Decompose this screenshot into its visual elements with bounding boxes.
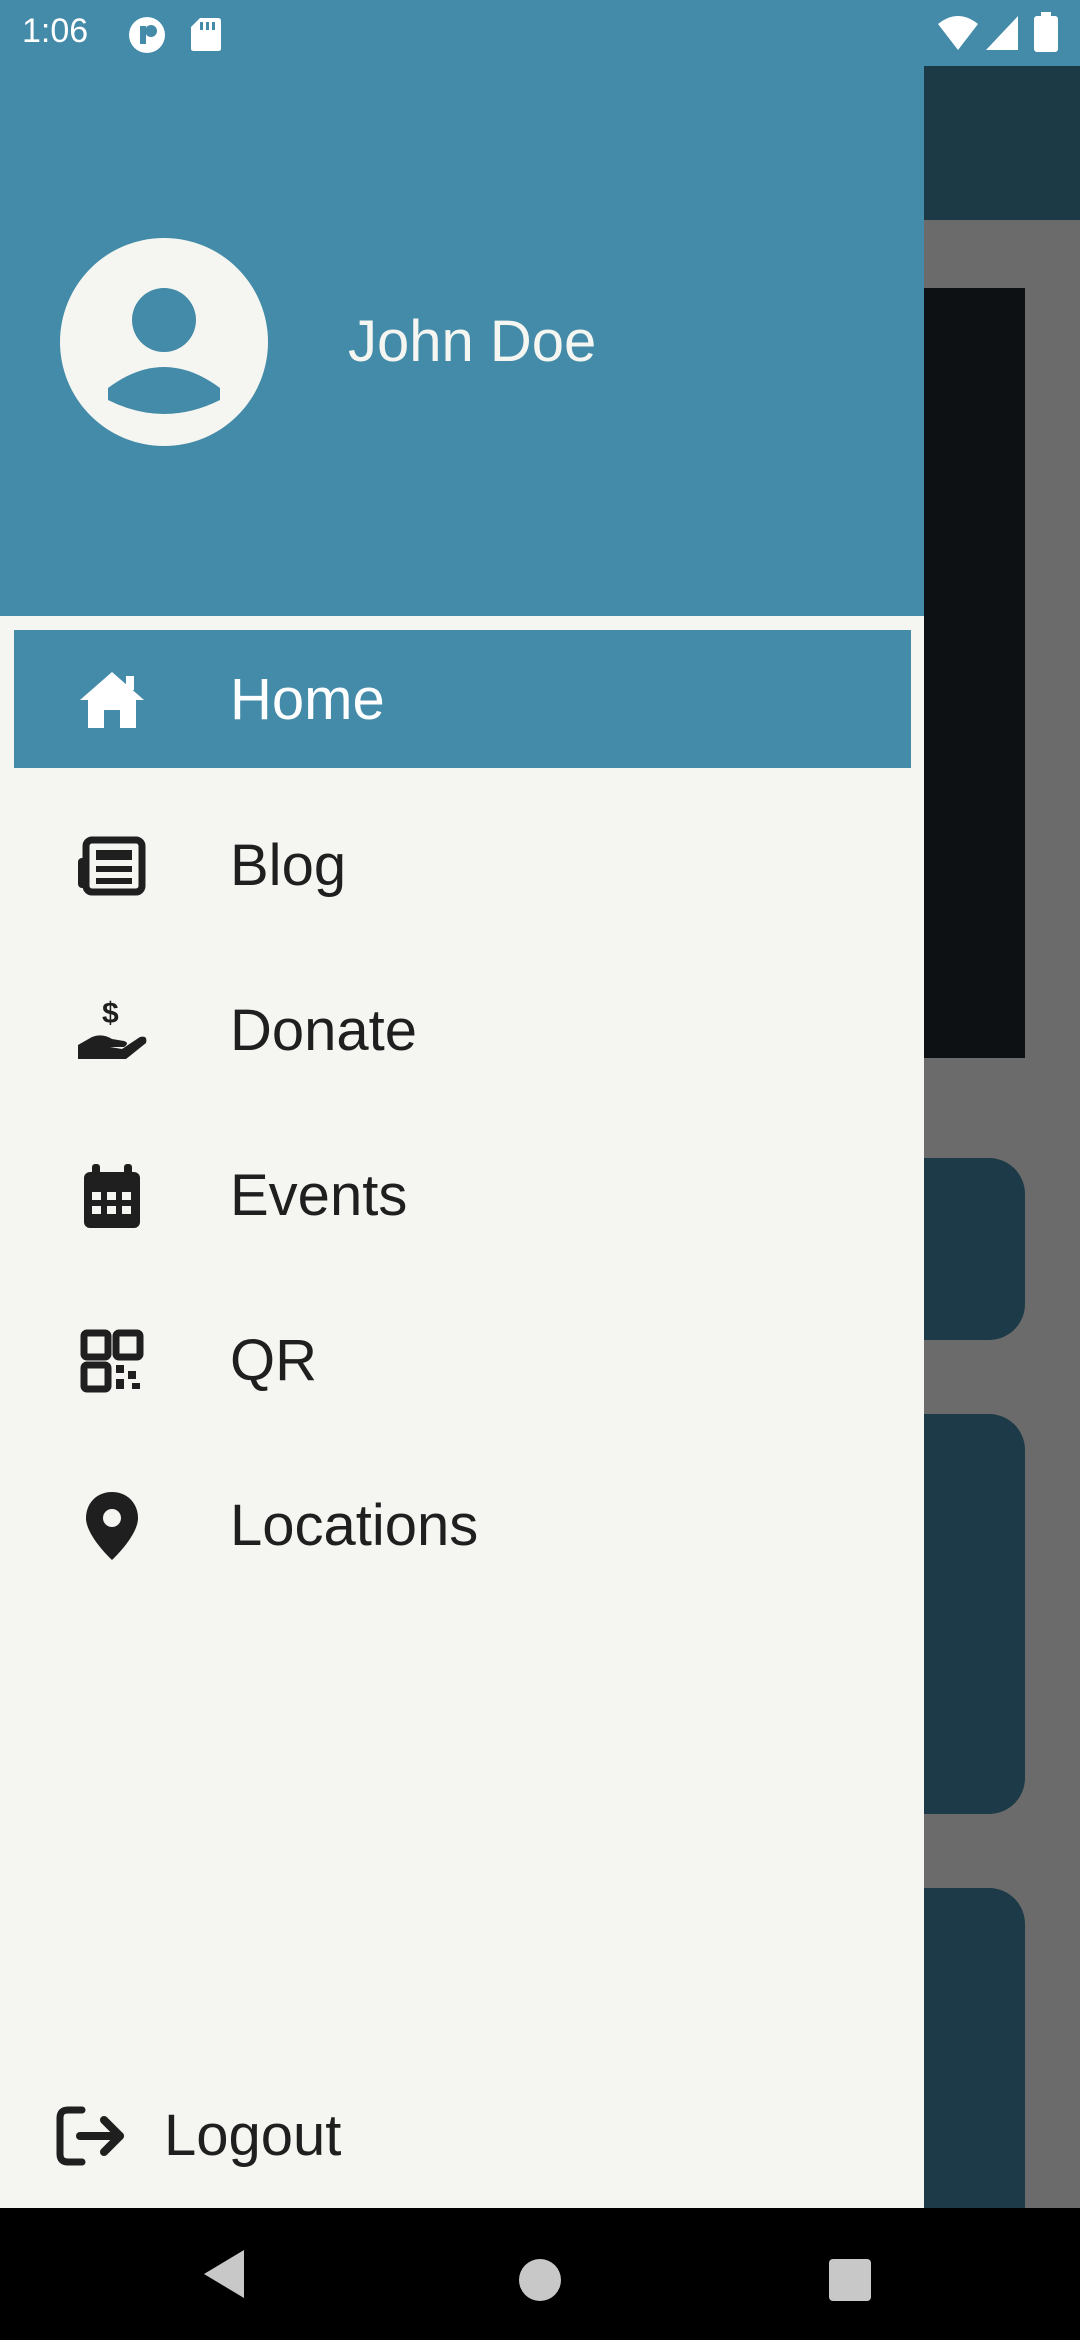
back-icon[interactable] bbox=[198, 2244, 248, 2304]
user-name: John Doe bbox=[348, 309, 597, 374]
drawer-header: John Doe bbox=[0, 66, 924, 616]
battery-icon bbox=[1034, 12, 1058, 52]
sd-card-icon bbox=[191, 18, 221, 51]
location-pin-icon bbox=[86, 1492, 138, 1560]
status-time: 1:06 bbox=[22, 12, 89, 50]
system-nav-bar bbox=[0, 2208, 1080, 2340]
logout-label: Logout bbox=[164, 2103, 342, 2168]
wifi-icon bbox=[938, 16, 978, 50]
avatar[interactable] bbox=[60, 238, 268, 446]
menu-item-label: QR bbox=[230, 1328, 317, 1393]
menu-item-blog[interactable]: Blog bbox=[14, 796, 911, 934]
logout-icon bbox=[56, 2106, 124, 2166]
logout-button[interactable]: Logout bbox=[0, 2070, 924, 2200]
user-icon bbox=[108, 288, 220, 414]
app-notification-icon bbox=[129, 17, 165, 53]
donate-hand-icon: $ bbox=[78, 997, 147, 1059]
menu-item-label: Donate bbox=[230, 998, 418, 1063]
cell-signal-icon bbox=[986, 16, 1018, 50]
menu-item-home[interactable]: Home bbox=[14, 630, 911, 768]
svg-text:$: $ bbox=[102, 997, 119, 1030]
calendar-icon bbox=[84, 1164, 140, 1228]
newspaper-icon bbox=[78, 836, 146, 896]
home-circle-icon[interactable] bbox=[518, 2258, 562, 2302]
menu-item-label: Blog bbox=[230, 833, 347, 898]
menu-item-label: Locations bbox=[230, 1493, 479, 1558]
menu-item-donate[interactable]: $ Donate bbox=[14, 961, 911, 1099]
menu-item-label: Events bbox=[230, 1163, 408, 1228]
navigation-drawer: John Doe Home Blog $ Donate Events QR Lo… bbox=[0, 0, 924, 2208]
menu-item-qr[interactable]: QR bbox=[14, 1291, 911, 1429]
recents-icon[interactable] bbox=[828, 2258, 872, 2302]
home-icon bbox=[80, 672, 144, 728]
status-bar: 1:06 bbox=[0, 0, 1080, 66]
menu-item-label: Home bbox=[230, 667, 385, 732]
qr-code-icon bbox=[80, 1329, 144, 1393]
menu-item-events[interactable]: Events bbox=[14, 1126, 911, 1264]
menu-item-locations[interactable]: Locations bbox=[14, 1456, 911, 1594]
